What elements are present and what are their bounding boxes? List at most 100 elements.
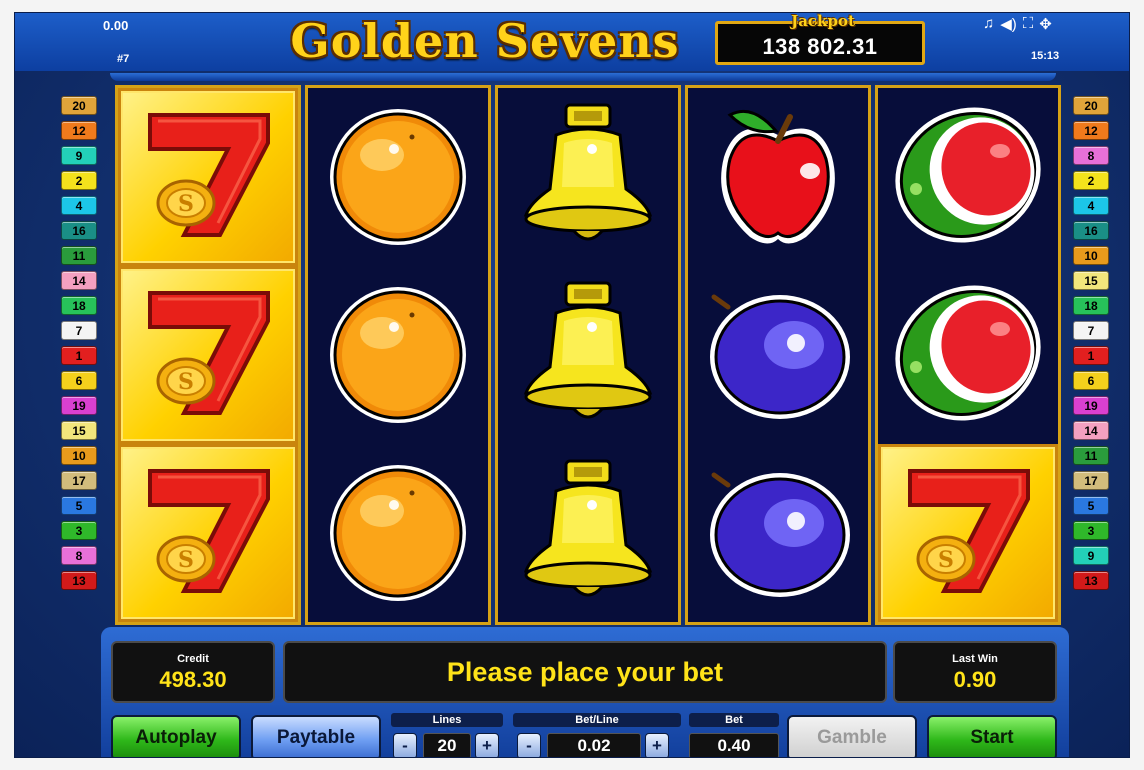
game-number: #7: [117, 53, 130, 65]
reel-cell: S: [118, 266, 298, 444]
reels-area: S S S S: [115, 85, 1061, 625]
top-balance: 0.00: [103, 18, 129, 33]
line-indicator-left: 7: [61, 321, 97, 340]
reel-cell: [308, 444, 488, 622]
orange-icon: [318, 95, 478, 260]
fullscreen-icon[interactable]: ⛶: [1023, 15, 1034, 33]
line-indicators-left: 20 12 9 2 4 16 11 14 18 7 1 6 19 15 10 17 5 3 8 13: [61, 96, 97, 596]
line-indicator-right: 20: [1073, 96, 1109, 115]
bell-icon: [508, 451, 668, 616]
apple-icon: [698, 95, 858, 260]
seven-icon: S: [128, 451, 288, 616]
reel-cell: [308, 266, 488, 444]
settings-icon[interactable]: ✥: [1039, 15, 1052, 33]
jackpot-display: Jackpot 138 802.31: [715, 13, 925, 65]
bell-icon: [508, 273, 668, 438]
reel-cell: [878, 266, 1058, 444]
gamble-button[interactable]: Gamble: [787, 715, 917, 757]
line-indicator-left: 13: [61, 571, 97, 590]
line-indicator-right: 15: [1073, 271, 1109, 290]
line-indicator-left: 17: [61, 471, 97, 490]
reel-cell: [688, 88, 868, 266]
bet-line-plus-button[interactable]: +: [645, 733, 669, 757]
bet-line-label: Bet/Line: [513, 713, 681, 727]
reel-cell: S: [878, 444, 1058, 622]
line-indicator-left: 1: [61, 346, 97, 365]
last-win-label: Last Win: [952, 653, 998, 665]
bet-label: Bet: [689, 713, 779, 727]
orange-icon: [318, 451, 478, 616]
line-indicator-left: 2: [61, 171, 97, 190]
status-message: Please place your bet: [446, 657, 724, 687]
line-indicator-right: 18: [1073, 296, 1109, 315]
credit-value: 498.30: [159, 667, 227, 692]
line-indicator-right: 4: [1073, 196, 1109, 215]
line-indicator-right: 12: [1073, 121, 1109, 140]
game-frame: 0.00 #7 Golden Sevens Jackpot 138 802.31…: [14, 12, 1130, 758]
svg-text:S: S: [178, 369, 194, 395]
line-indicators-right: 20 12 8 2 4 16 10 15 18 7 1 6 19 14 11 17 5 3 9 13: [1073, 96, 1109, 596]
line-indicator-left: 19: [61, 396, 97, 415]
reel-3: [495, 85, 681, 625]
reel-2: [305, 85, 491, 625]
line-indicator-right: 11: [1073, 446, 1109, 465]
plum-icon: [698, 451, 858, 616]
reel-5: S: [875, 85, 1061, 625]
lines-minus-button[interactable]: -: [393, 733, 417, 757]
jackpot-label: Jackpot: [791, 12, 855, 30]
line-indicator-left: 14: [61, 271, 97, 290]
line-indicator-right: 16: [1073, 221, 1109, 240]
seven-icon: S: [128, 273, 288, 438]
top-bar-underline: [110, 73, 1056, 81]
lines-value: 20: [423, 733, 471, 757]
reel-cell: [308, 88, 488, 266]
line-indicator-right: 10: [1073, 246, 1109, 265]
credit-label: Credit: [177, 653, 209, 665]
music-icon[interactable]: ♫: [983, 15, 994, 33]
speaker-icon[interactable]: ◀): [1000, 15, 1017, 33]
lines-label: Lines: [391, 713, 503, 727]
line-indicator-left: 18: [61, 296, 97, 315]
line-indicator-left: 20: [61, 96, 97, 115]
autoplay-button[interactable]: Autoplay: [111, 715, 241, 757]
svg-text:S: S: [938, 547, 954, 573]
line-indicator-left: 15: [61, 421, 97, 440]
control-panel: Credit 498.30 Please place your bet Last…: [101, 627, 1069, 757]
line-indicator-left: 8: [61, 546, 97, 565]
line-indicator-left: 4: [61, 196, 97, 215]
line-indicator-right: 17: [1073, 471, 1109, 490]
line-indicator-right: 19: [1073, 396, 1109, 415]
line-indicator-right: 1: [1073, 346, 1109, 365]
line-indicator-right: 8: [1073, 146, 1109, 165]
reel-cell: [878, 88, 1058, 266]
line-indicator-left: 9: [61, 146, 97, 165]
svg-text:S: S: [178, 191, 194, 217]
reel-1: S S S: [115, 85, 301, 625]
message-display: Please place your bet: [283, 641, 887, 703]
start-button[interactable]: Start: [927, 715, 1057, 757]
reel-4: [685, 85, 871, 625]
credit-display: Credit 498.30: [111, 641, 275, 703]
line-indicator-left: 12: [61, 121, 97, 140]
line-indicator-right: 7: [1073, 321, 1109, 340]
line-indicator-right: 9: [1073, 546, 1109, 565]
bet-line-value: 0.02: [547, 733, 641, 757]
lines-plus-button[interactable]: +: [475, 733, 499, 757]
reel-cell: S: [118, 88, 298, 266]
bell-icon: [508, 95, 668, 260]
paytable-button[interactable]: Paytable: [251, 715, 381, 757]
watermelon-icon: [888, 273, 1048, 438]
last-win-display: Last Win 0.90: [893, 641, 1057, 703]
line-indicator-right: 6: [1073, 371, 1109, 390]
bet-line-minus-button[interactable]: -: [517, 733, 541, 757]
line-indicator-right: 5: [1073, 496, 1109, 515]
jackpot-value: 138 802.31: [762, 34, 878, 59]
reel-cell: [498, 444, 678, 622]
reel-cell: S: [118, 444, 298, 622]
reel-cell: [498, 88, 678, 266]
clock: 15:13: [1031, 50, 1060, 62]
seven-icon: S: [128, 95, 288, 260]
game-title: Golden Sevens: [290, 14, 680, 68]
last-win-value: 0.90: [953, 667, 997, 692]
line-indicator-right: 13: [1073, 571, 1109, 590]
